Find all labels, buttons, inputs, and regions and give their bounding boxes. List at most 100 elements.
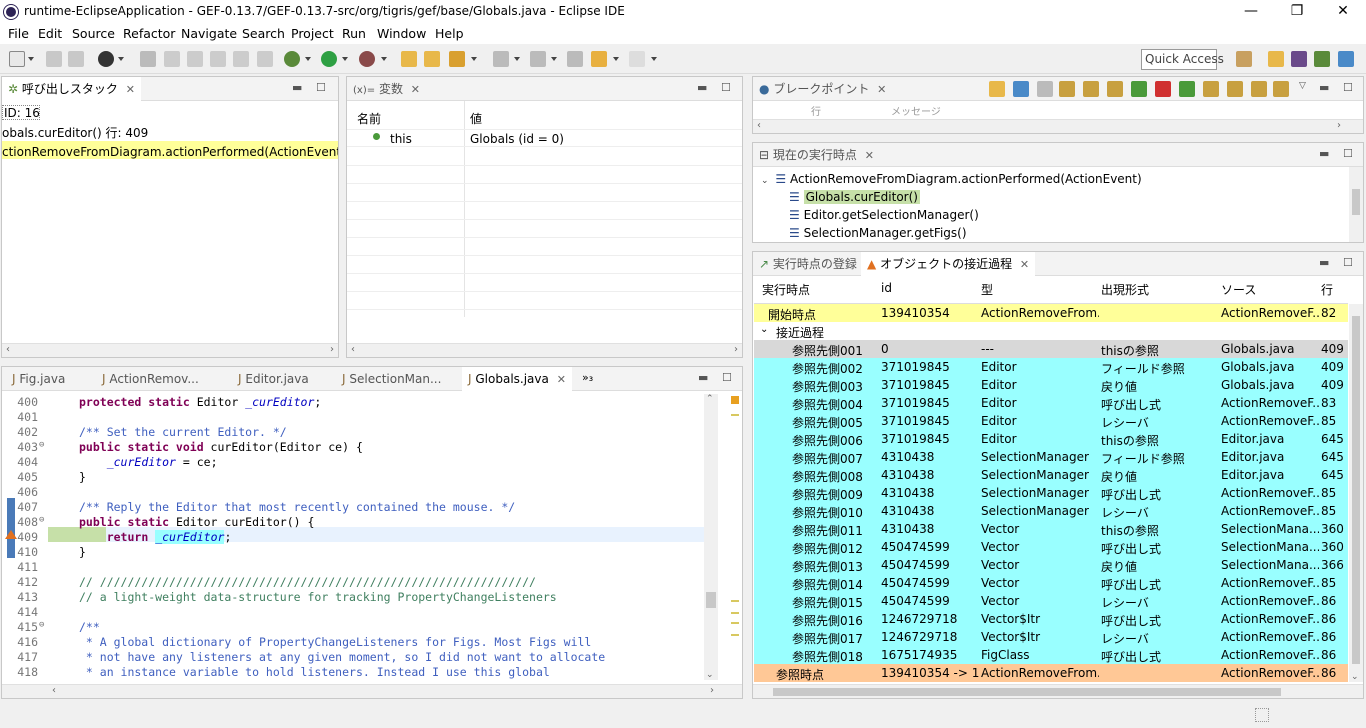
run-dropdown-icon[interactable]: [342, 57, 348, 61]
overview-warning-marker[interactable]: [731, 396, 739, 404]
arrows-icon[interactable]: [1273, 81, 1289, 97]
table-row[interactable]: 参照先側017 1246729718 Vector$Itr レシーバ ActionRem…: [754, 628, 1348, 646]
toggle-icon[interactable]: [187, 51, 203, 67]
column-header[interactable]: 出現形式: [1101, 281, 1149, 298]
table-row[interactable]: 参照先側007 4310438 SelectionManager フィールド参照 Edi…: [754, 448, 1348, 466]
breakpoints-hscrollbar[interactable]: ‹ ›: [753, 119, 1363, 133]
editor-hscrollbar[interactable]: ‹ ›: [2, 684, 742, 698]
link-icon[interactable]: [1013, 81, 1029, 97]
column-header[interactable]: 行: [1321, 281, 1333, 298]
tab-fig-java[interactable]: J Fig.java: [6, 367, 71, 391]
user-icon[interactable]: [98, 51, 114, 67]
table-row[interactable]: 参照先側008 4310438 SelectionManager 戻り値 Editor.…: [754, 466, 1348, 484]
table-row[interactable]: 参照先側015 450474599 Vector レシーバ ActionRemoveF.…: [754, 592, 1348, 610]
callstack-frame[interactable]: obals.curEditor() 行: 409: [2, 124, 148, 141]
code-line[interactable]: 410}: [2, 545, 742, 560]
step-over-icon[interactable]: [1203, 81, 1219, 97]
code-line[interactable]: 402/** Set the current Editor. */: [2, 425, 742, 440]
menu-window[interactable]: Window: [377, 26, 426, 41]
tab-variables[interactable]: (x)= 変数 ✕: [347, 77, 426, 101]
minimize-view-icon[interactable]: ▬: [698, 371, 708, 384]
column-value-header[interactable]: 値: [470, 110, 482, 127]
column-header[interactable]: id: [881, 281, 892, 295]
menu-file[interactable]: File: [8, 26, 29, 41]
link-icon[interactable]: [140, 51, 156, 67]
close-icon[interactable]: ✕: [865, 149, 874, 162]
run-icon[interactable]: [321, 51, 337, 67]
minimize-view-icon[interactable]: ▬: [1319, 256, 1329, 269]
table-row[interactable]: 参照先側002 371019845 Editor フィールド参照 Globals.jav…: [754, 358, 1348, 376]
menu-navigate[interactable]: Navigate: [181, 26, 237, 41]
menu-edit[interactable]: Edit: [38, 26, 62, 41]
callstack-frame-selected[interactable]: ctionRemoveFromDiagram.actionPerformed(A…: [2, 141, 338, 159]
user-dropdown-icon[interactable]: [118, 57, 124, 61]
maximize-view-icon[interactable]: ☐: [316, 81, 326, 94]
pilcrow-icon[interactable]: [257, 51, 273, 67]
tree-item[interactable]: ☰ Editor.getSelectionManager(): [789, 208, 979, 222]
redo-icon[interactable]: [1227, 81, 1243, 97]
column-header[interactable]: 実行時点: [762, 281, 810, 298]
table-row[interactable]: 参照先側006 371019845 Editor thisの参照 Editor.java…: [754, 430, 1348, 448]
tab-breakpoints[interactable]: ● ブレークポイント ✕: [753, 77, 892, 101]
debug-dropdown-icon[interactable]: [305, 57, 311, 61]
chevron-down-icon[interactable]: ⌄: [760, 324, 768, 335]
table-row[interactable]: 参照先側014 450474599 Vector 呼び出し式 ActionRemoveF…: [754, 574, 1348, 592]
tab-globals-java[interactable]: J Globals.java ✕: [462, 367, 572, 391]
save-all-icon[interactable]: [68, 51, 84, 67]
external-tools-dropdown-icon[interactable]: [381, 57, 387, 61]
tree-item-selected[interactable]: ☰ Globals.curEditor(): [789, 190, 920, 204]
callstack-hscrollbar[interactable]: ‹ ›: [2, 343, 338, 357]
forward-dropdown-icon[interactable]: [651, 57, 657, 61]
code-line[interactable]: 417 * not have any listeners at any give…: [2, 650, 742, 665]
tab-register-execution[interactable]: ↗ 実行時点の登録: [753, 252, 863, 276]
code-line[interactable]: 404 _curEditor = ce;: [2, 455, 742, 470]
prev-annotation-dropdown-icon[interactable]: [551, 57, 557, 61]
open-folder-icon[interactable]: [401, 51, 417, 67]
tree-item[interactable]: ⌄ ☰ ActionRemoveFromDiagram.actionPerfor…: [761, 172, 1142, 186]
back-arrow-icon[interactable]: [591, 51, 607, 67]
current-vscrollbar[interactable]: [1349, 167, 1363, 242]
maximize-view-icon[interactable]: ☐: [1343, 147, 1353, 160]
variables-hscrollbar[interactable]: ‹ ›: [347, 343, 742, 357]
code-line[interactable]: 408 ⊖ public static Editor curEditor() {: [2, 515, 742, 530]
maximize-view-icon[interactable]: ☐: [721, 81, 731, 94]
table-row[interactable]: 参照先側005 371019845 Editor レシーバ ActionRemoveF.…: [754, 412, 1348, 430]
skip-icon[interactable]: [1037, 81, 1053, 97]
column-header[interactable]: ソース: [1221, 281, 1256, 298]
table-group-row[interactable]: ⌄ 接近過程: [754, 322, 1348, 340]
table-row[interactable]: 参照先側011 4310438 Vector thisの参照 SelectionMana…: [754, 520, 1348, 538]
tab-editor-java[interactable]: J Editor.java: [232, 367, 315, 391]
code-line[interactable]: 414: [2, 605, 742, 620]
code-line[interactable]: 405}: [2, 470, 742, 485]
resource-perspective-icon[interactable]: [1268, 51, 1284, 67]
close-icon[interactable]: ✕: [411, 83, 420, 96]
open-type-icon[interactable]: [424, 51, 440, 67]
code-line[interactable]: 407/** Reply the Editor that most recent…: [2, 500, 742, 515]
quick-access-input[interactable]: Quick Access: [1141, 49, 1224, 70]
step-icon[interactable]: [1059, 81, 1075, 97]
chevron-down-icon[interactable]: ⌄: [761, 176, 769, 186]
table-row[interactable]: 参照先側016 1246729718 Vector$Itr 呼び出し式 ActionRe…: [754, 610, 1348, 628]
last-edit-icon[interactable]: [567, 51, 583, 67]
java-perspective-icon[interactable]: [1291, 51, 1307, 67]
search-dropdown-icon[interactable]: [471, 57, 477, 61]
maximize-view-icon[interactable]: ☐: [722, 371, 732, 384]
step-return-icon[interactable]: [1107, 81, 1123, 97]
mark-icon[interactable]: [164, 51, 180, 67]
table-row[interactable]: 参照先側010 4310438 SelectionManager レシーバ Action…: [754, 502, 1348, 520]
table-row[interactable]: 参照先側001 0 --- thisの参照 Globals.java 409: [754, 340, 1348, 358]
close-icon[interactable]: ✕: [1020, 258, 1029, 271]
menu-project[interactable]: Project: [291, 26, 334, 41]
maximize-view-icon[interactable]: ☐: [1343, 256, 1353, 269]
step-into-icon[interactable]: [1251, 81, 1267, 97]
tabs-overflow-button[interactable]: »₃: [582, 371, 593, 384]
new-icon[interactable]: [9, 51, 25, 67]
table-row[interactable]: 参照先側003 371019845 Editor 戻り値 Globals.java 409: [754, 376, 1348, 394]
menu-search[interactable]: Search: [242, 26, 285, 41]
back-icon[interactable]: [1131, 81, 1147, 97]
minimize-view-icon[interactable]: ▬: [1319, 147, 1329, 160]
next-annotation-dropdown-icon[interactable]: [514, 57, 520, 61]
close-icon[interactable]: ✕: [877, 83, 886, 96]
column-header[interactable]: 型: [981, 281, 993, 298]
code-line[interactable]: 412// //////////////////////////////////…: [2, 575, 742, 590]
